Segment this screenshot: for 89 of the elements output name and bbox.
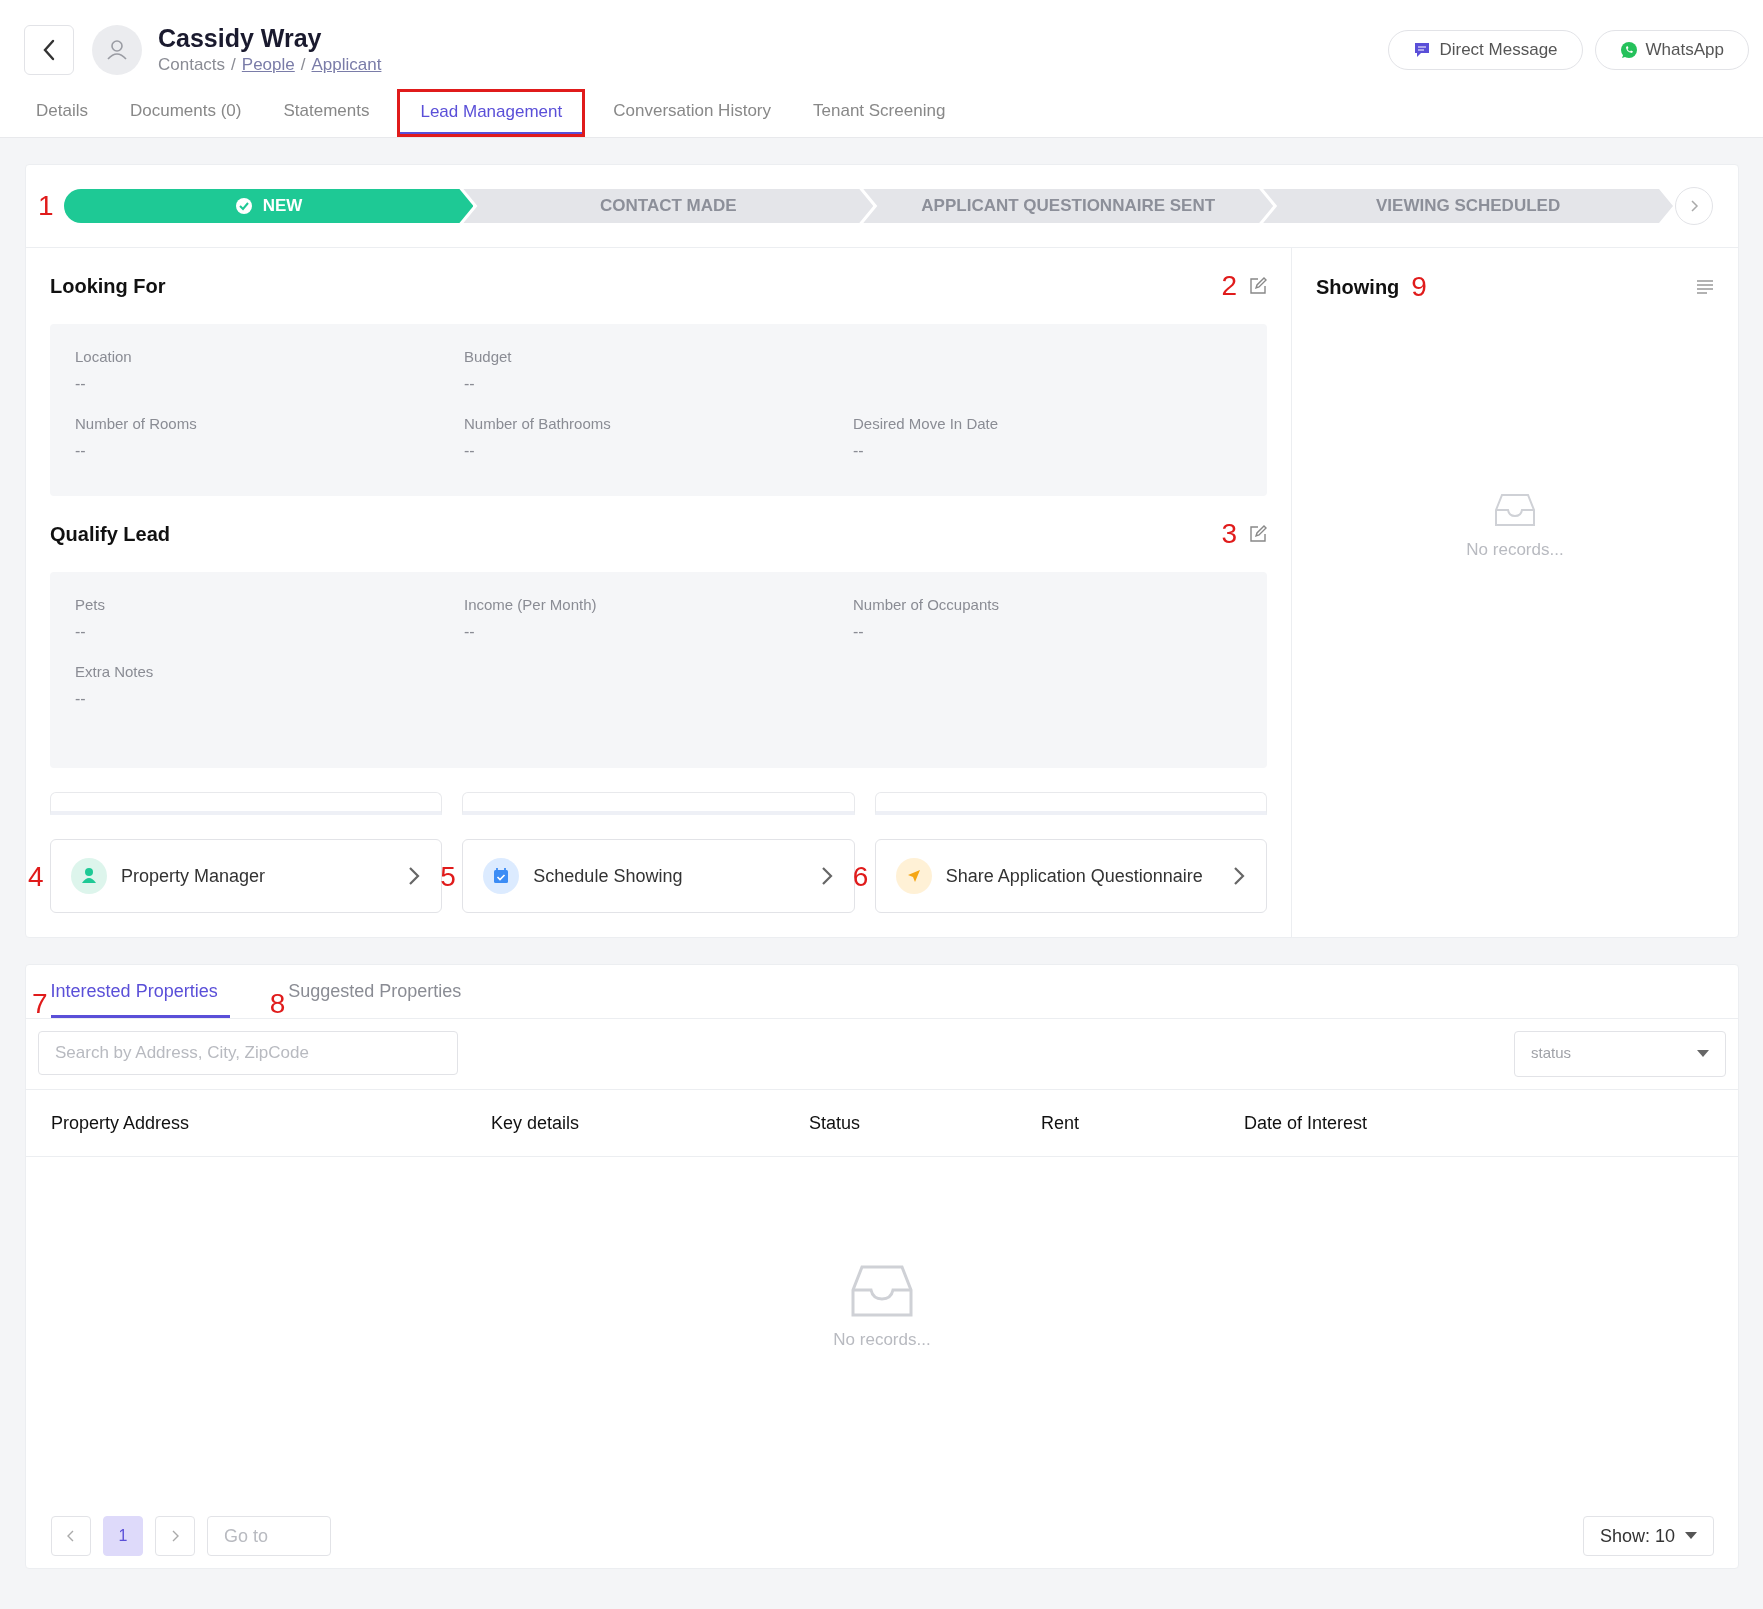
annotation-number: 4 <box>28 863 44 891</box>
field-label: Number of Rooms <box>75 415 198 432</box>
field-label: Income (Per Month) <box>464 596 598 613</box>
tab[interactable]: Details <box>22 89 102 137</box>
annotation-number: 5 <box>440 863 456 891</box>
caret-icon <box>1685 1532 1697 1540</box>
annotation-number: 3 <box>1221 520 1237 548</box>
field-value: -- <box>464 623 476 641</box>
send-icon <box>895 858 932 894</box>
chevron-right-icon <box>1232 866 1246 886</box>
stage-step[interactable]: NEW <box>63 189 474 223</box>
tab[interactable]: Statements <box>269 89 384 137</box>
column-header: Key details <box>491 1112 581 1134</box>
calendar-icon <box>483 858 520 894</box>
column-header: Date of Interest <box>1244 1112 1368 1134</box>
field-value: -- <box>75 690 87 708</box>
empty-inbox-icon <box>851 1263 913 1318</box>
list-icon[interactable] <box>1696 279 1714 295</box>
annotation-number: 1 <box>38 192 54 220</box>
column-header: Rent <box>1041 1112 1081 1134</box>
back-button[interactable] <box>24 24 74 75</box>
empty-message: No records... <box>1466 540 1564 560</box>
column-header: Property Address <box>51 1112 191 1134</box>
section-title: Looking For <box>50 274 167 298</box>
section-title: Qualify Lead <box>50 522 172 546</box>
field-label: Number of Bathrooms <box>464 415 612 432</box>
field-label: Extra Notes <box>75 663 155 680</box>
stage-step[interactable]: APPLICANT QUESTIONNAIRE SENT <box>863 189 1274 223</box>
field-value: -- <box>75 375 87 393</box>
avatar-icon <box>92 24 142 75</box>
next-stage-button[interactable] <box>1675 187 1713 225</box>
field-label: Budget <box>464 348 513 365</box>
chevron-left-icon <box>67 1530 75 1542</box>
field-value: -- <box>464 442 476 460</box>
person-icon <box>71 858 107 894</box>
next-page-button[interactable] <box>155 1516 195 1556</box>
empty-inbox-icon <box>1494 492 1536 528</box>
action-card[interactable]: Schedule Showing <box>462 839 855 913</box>
field-value: -- <box>464 375 476 393</box>
breadcrumb-item: Contacts <box>158 55 226 75</box>
chevron-right-icon <box>819 866 834 886</box>
chevron-right-icon <box>1689 199 1699 213</box>
field-label: Number of Occupants <box>853 596 1000 613</box>
field-label: Desired Move In Date <box>853 415 1000 432</box>
page-button[interactable]: 1 <box>103 1516 143 1556</box>
tab[interactable]: Conversation History <box>599 89 785 137</box>
chevron-right-icon <box>407 866 422 886</box>
field-value: -- <box>75 442 87 460</box>
tab[interactable]: Tenant Screening <box>799 89 960 137</box>
page-size-dropdown[interactable]: Show: 10 <box>1582 1516 1714 1556</box>
annotation-number: 2 <box>1221 272 1237 300</box>
contact-button[interactable]: WhatsApp <box>1594 29 1749 70</box>
breadcrumb-separator: / <box>300 55 306 75</box>
field-value: -- <box>853 623 865 641</box>
breadcrumb-link[interactable]: People <box>241 55 295 75</box>
previous-page-button[interactable] <box>51 1516 91 1556</box>
annotation-number: 8 <box>269 990 286 1018</box>
stage-step[interactable]: CONTACT MADE <box>463 189 874 223</box>
field-value: -- <box>75 623 87 641</box>
field-label: Location <box>75 348 133 365</box>
tab[interactable]: Lead Management <box>397 89 586 137</box>
go-to-page-field[interactable]: Go to <box>207 1516 331 1556</box>
stage-step[interactable]: VIEWING SCHEDULED <box>1263 189 1673 223</box>
check-icon <box>234 197 253 215</box>
empty-message: No records... <box>833 1329 931 1350</box>
chevron-right-icon <box>171 1530 179 1542</box>
chat-icon <box>1413 40 1432 59</box>
search-field[interactable]: Search by Address, City, ZipCode <box>38 1031 458 1075</box>
column-header: Status <box>809 1112 862 1134</box>
field-value: -- <box>853 442 865 460</box>
contact-name: Cassidy Wray <box>158 24 323 53</box>
edit-icon[interactable] <box>1249 277 1267 295</box>
action-card[interactable]: Share Application Questionnaire <box>874 839 1267 913</box>
section-title: Showing <box>1316 275 1400 299</box>
annotation-number: 7 <box>32 990 48 1018</box>
status-dropdown[interactable]: status <box>1514 1031 1726 1077</box>
field-label: Pets <box>75 596 106 613</box>
tab[interactable]: Documents (0) <box>115 89 256 137</box>
edit-icon[interactable] <box>1249 525 1267 543</box>
back-icon <box>42 38 56 61</box>
tab[interactable]: Interested Properties <box>50 965 230 1018</box>
breadcrumb-separator: / <box>231 55 236 75</box>
tab[interactable]: Suggested Properties <box>288 965 474 1018</box>
caret-icon <box>1697 1050 1709 1058</box>
phone-chat-icon <box>1619 40 1638 59</box>
contact-button[interactable]: Direct Message <box>1388 29 1583 70</box>
annotation-number: 6 <box>852 863 869 891</box>
annotation-number: 9 <box>1411 273 1427 301</box>
breadcrumb-link[interactable]: Applicant <box>311 55 382 75</box>
